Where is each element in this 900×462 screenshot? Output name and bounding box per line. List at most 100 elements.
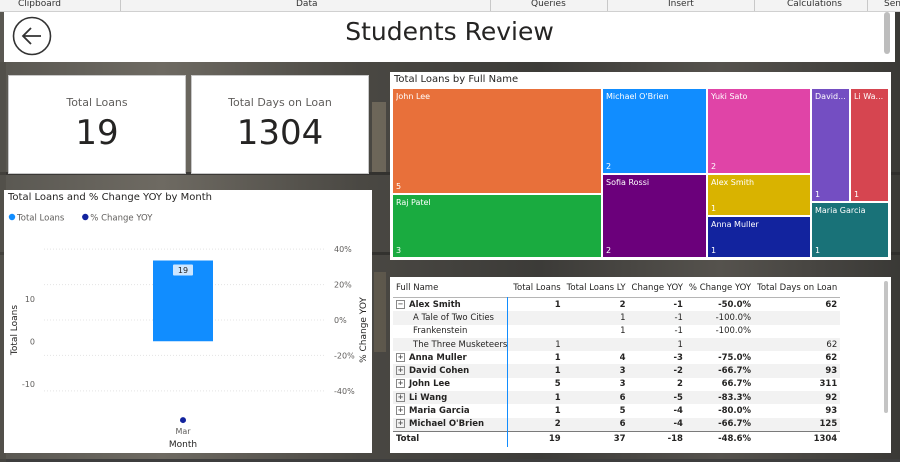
expand-icon[interactable]: +: [396, 419, 405, 429]
table-cell: 5: [619, 406, 626, 417]
table-cell: [685, 337, 755, 352]
matrix-scrollbar[interactable]: [884, 281, 888, 413]
table-row[interactable]: The Three Musketeers 1 1 62: [393, 337, 841, 352]
tile-value: 1: [815, 190, 821, 199]
tile-label: Sofia Rossi: [606, 178, 650, 187]
table-row[interactable]: + John Lee 5 3 2 66.7% 311: [393, 378, 840, 391]
expand-icon[interactable]: +: [396, 379, 405, 389]
tile-value: 1: [711, 246, 717, 255]
legend-marker: [8, 213, 16, 221]
tile-label: David...: [815, 92, 846, 101]
column-header[interactable]: Full Name: [393, 279, 511, 298]
table-cell: 3: [619, 379, 626, 390]
row-label: Frankenstein: [413, 326, 468, 337]
row-label: The Three Musketeers: [393, 337, 511, 352]
table-cell: 2: [677, 379, 683, 390]
table-cell: 1: [510, 364, 564, 378]
treemap-tile[interactable]: John Lee 5: [392, 88, 602, 194]
table-cell: 19: [510, 430, 564, 446]
treemap-panel[interactable]: Total Loans by Full Name John Lee 5 Raj …: [390, 72, 891, 260]
table-cell: 1: [563, 311, 629, 325]
y-tick-label: -10: [22, 380, 35, 389]
header: Students Review: [4, 12, 895, 62]
treemap-tile[interactable]: Li Wa... 1: [850, 88, 889, 202]
expand-icon[interactable]: +: [396, 366, 405, 376]
table-cell: -100.0%: [715, 326, 752, 337]
table-cell: -66.7%: [685, 364, 755, 378]
table-cell: [510, 311, 564, 325]
treemap-tile[interactable]: Anna Muller 1: [707, 216, 811, 258]
table-cell: 311: [819, 379, 838, 390]
column-header[interactable]: Total Loans: [510, 279, 564, 298]
table-row[interactable]: + David Cohen 1 3 -2 -66.7% 93: [393, 364, 841, 378]
x-axis-title: Month: [169, 440, 197, 450]
combo-chart-panel[interactable]: Total Loans and % Change YOY by Month To…: [4, 190, 372, 453]
table-cell: 93: [754, 364, 841, 378]
treemap-tile[interactable]: Yuki Sato 2: [707, 88, 811, 174]
y2-tick-label: -40%: [334, 387, 355, 396]
tile-value: 2: [711, 162, 717, 171]
table-row[interactable]: + Li Wang 1 6 -5 -83.3% 92: [393, 391, 841, 405]
table-cell: 1: [554, 352, 561, 363]
matrix-panel[interactable]: Full Name Total Loans Total Loans LY Cha…: [390, 277, 891, 453]
treemap: John Lee 5 Raj Patel 3 Michael O'Brien 2…: [392, 88, 889, 258]
divider: [607, 0, 608, 11]
table-cell: 6: [563, 417, 629, 432]
tile-label: Michael O'Brien: [606, 92, 669, 101]
ribbon-group-insert[interactable]: Insert: [668, 0, 694, 9]
table-cell: 92: [754, 391, 841, 405]
tile-value: 1: [711, 204, 717, 213]
column-header[interactable]: Total Days on Loan: [754, 279, 841, 298]
ribbon-group-data[interactable]: Data: [296, 0, 318, 9]
ribbon-group-calculations[interactable]: Calculations: [787, 0, 842, 9]
collapse-icon[interactable]: −: [396, 299, 405, 309]
table-cell: -83.3%: [685, 391, 755, 405]
expand-icon[interactable]: +: [396, 392, 405, 402]
y-tick-label: 0: [30, 337, 35, 346]
table-cell: -1: [628, 311, 686, 325]
column-header[interactable]: % Change YOY: [685, 279, 755, 298]
tile-value: 1: [854, 190, 860, 199]
ribbon-group-sensitivity[interactable]: Sen: [884, 0, 900, 9]
ribbon-group-queries[interactable]: Queries: [531, 0, 566, 9]
divider: [754, 0, 755, 11]
treemap-tile[interactable]: Sofia Rossi 2: [602, 174, 707, 258]
table-cell: 62: [825, 299, 838, 310]
table-cell: -1: [674, 326, 683, 337]
treemap-tile[interactable]: Michael O'Brien 2: [602, 88, 707, 174]
page-scrollbar[interactable]: [884, 12, 890, 54]
table-row[interactable]: + Maria Garcia 1 5 -4 -80.0% 93: [393, 404, 840, 417]
ribbon-group-clipboard[interactable]: Clipboard: [18, 0, 61, 9]
kpi-card-total-loans[interactable]: Total Loans 19: [8, 75, 186, 174]
kpi-label: Total Loans: [66, 96, 128, 109]
column-header[interactable]: Total Loans LY: [563, 279, 629, 298]
row-label: Michael O'Brien: [409, 419, 485, 430]
table-cell: 6: [563, 391, 629, 405]
tile-label: John Lee: [396, 92, 431, 101]
table-cell: 93: [825, 406, 838, 417]
treemap-tile[interactable]: David... 1: [811, 88, 850, 202]
column-header[interactable]: Change YOY: [628, 279, 686, 298]
row-label: Alex Smith: [409, 299, 461, 310]
tile-label: Li Wa...: [854, 92, 884, 101]
treemap-tile[interactable]: Raj Patel 3: [392, 194, 602, 258]
table-cell: 2: [510, 417, 564, 432]
kpi-card-total-days[interactable]: Total Days on Loan 1304: [191, 75, 369, 174]
table-row[interactable]: + Michael O'Brien 2 6 -4 -66.7% 125: [393, 417, 841, 432]
y2-axis-title: % Change YOY: [359, 297, 369, 363]
table-row[interactable]: + Anna Muller 1 4 -3 -75.0% 62: [393, 351, 840, 364]
table-cell: 1: [510, 337, 564, 352]
tile-value: 2: [606, 246, 612, 255]
y2-tick-label: 40%: [334, 245, 352, 254]
expand-icon[interactable]: +: [396, 406, 405, 416]
treemap-tile[interactable]: Alex Smith 1: [707, 174, 811, 216]
table-row[interactable]: Frankenstein 1 -1 -100.0%: [393, 325, 840, 338]
expand-icon[interactable]: +: [396, 352, 405, 362]
row-label: Total: [393, 430, 511, 446]
kpi-label: Total Days on Loan: [228, 96, 332, 109]
table-row[interactable]: − Alex Smith 1 2 -1 -50.0% 62: [393, 298, 840, 312]
line-point: [180, 417, 186, 424]
treemap-tile[interactable]: Maria Garcia 1: [811, 202, 889, 258]
tile-value: 2: [606, 162, 612, 171]
table-row[interactable]: A Tale of Two Cities 1 -1 -100.0%: [393, 311, 841, 325]
